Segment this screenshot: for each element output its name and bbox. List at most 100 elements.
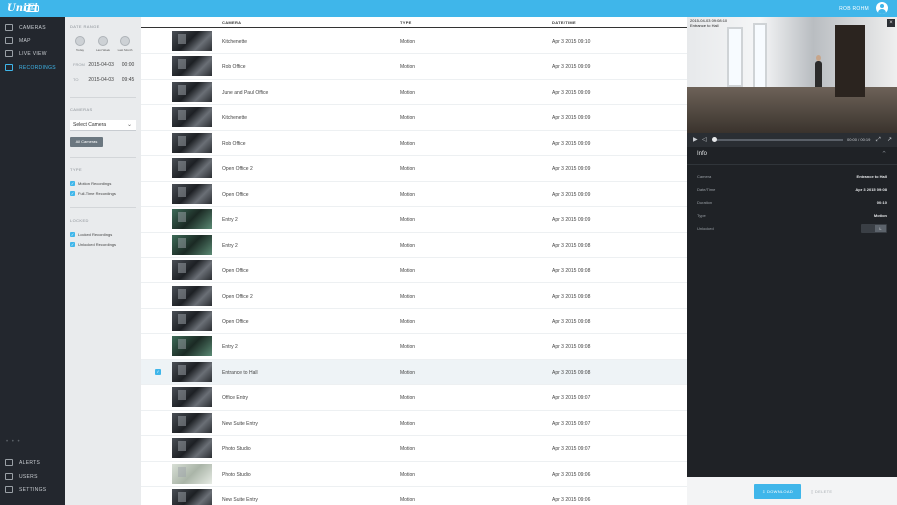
row-datetime: Apr 3 2015 09:06 — [552, 471, 591, 478]
table-row[interactable]: Entry 2 Motion Apr 3 2015 09:08 — [141, 233, 687, 258]
range-today-button[interactable]: Today — [71, 36, 89, 52]
column-type[interactable]: TYPE — [400, 20, 412, 25]
recording-thumbnail[interactable] — [172, 56, 212, 77]
chevron-up-icon[interactable]: ⌃ — [881, 150, 887, 158]
sidebar-item-cameras[interactable]: CAMERAS — [0, 21, 65, 34]
table-row[interactable]: Open Office 2 Motion Apr 3 2015 09:08 — [141, 284, 687, 309]
table-row[interactable]: June and Paul Office Motion Apr 3 2015 09:… — [141, 80, 687, 106]
cameras-heading: CAMERAS — [70, 107, 93, 112]
seek-bar[interactable] — [713, 139, 843, 141]
table-row[interactable]: Entry 2 Motion Apr 3 2015 09:08 — [141, 334, 687, 360]
range-last-month-button[interactable]: Last Month — [116, 36, 134, 52]
recording-thumbnail[interactable] — [172, 285, 212, 306]
video-player[interactable]: 2015-04-03 09:08:10 Entrance to Hall × — [687, 17, 897, 133]
sidebar: CAMERAS MAP LIVE VIEW RECORDINGS • • • A… — [0, 17, 65, 505]
chevron-down-icon: ⌄ — [126, 122, 132, 128]
table-row[interactable]: Open Office Motion Apr 3 2015 09:08 — [141, 309, 687, 335]
recording-thumbnail[interactable] — [172, 310, 212, 331]
recording-thumbnail[interactable] — [172, 463, 212, 484]
recording-thumbnail[interactable] — [172, 412, 212, 433]
table-row[interactable]: Photo Studio Motion Apr 3 2015 09:06 — [141, 462, 687, 488]
camera-select[interactable]: Select Camera ⌄ — [70, 120, 136, 131]
table-row[interactable]: New Suite Entry Motion Apr 3 2015 09:07 — [141, 411, 687, 437]
action-bar: ⇩ DOWNLOAD ▯ DELETE — [687, 477, 897, 505]
table-row[interactable]: Open Office Motion Apr 3 2015 09:08 — [141, 258, 687, 284]
table-row[interactable]: Rob Office Motion Apr 3 2015 09:09 — [141, 131, 687, 157]
lock-toggle[interactable]: L — [861, 224, 887, 233]
column-camera[interactable]: CAMERA — [222, 20, 241, 25]
close-icon[interactable]: × — [887, 19, 895, 27]
play-icon[interactable]: ▶ — [693, 136, 698, 144]
to-time-input[interactable]: 09:45 — [122, 77, 135, 83]
recording-thumbnail[interactable] — [172, 336, 212, 357]
row-camera: Photo Studio — [222, 446, 251, 453]
sidebar-item-map[interactable]: MAP — [0, 34, 65, 47]
divider — [687, 164, 897, 165]
sidebar-item-label: CAMERAS — [19, 24, 46, 31]
recording-thumbnail[interactable] — [172, 234, 212, 255]
sidebar-item-recordings[interactable]: RECORDINGS — [0, 61, 65, 74]
user-name[interactable]: ROB ROHM — [839, 6, 869, 12]
download-button[interactable]: ⇩ DOWNLOAD — [754, 484, 801, 499]
recordings-list: CAMERA TYPE DATE/TIME Kitchenette Motion A… — [141, 17, 687, 505]
table-row[interactable]: Photo Studio Motion Apr 3 2015 09:07 — [141, 436, 687, 462]
recording-thumbnail[interactable] — [172, 81, 212, 102]
column-datetime[interactable]: DATE/TIME — [552, 20, 576, 25]
all-cameras-button[interactable]: All Cameras — [70, 137, 103, 147]
divider — [70, 207, 136, 208]
locked-heading: LOCKED — [70, 218, 89, 223]
recording-thumbnail[interactable] — [172, 387, 212, 408]
recording-thumbnail[interactable] — [172, 31, 212, 51]
recording-thumbnail[interactable] — [172, 260, 212, 281]
full-time-recordings-checkbox[interactable]: ✓ Full-Time Recordings — [70, 191, 116, 196]
recording-thumbnail[interactable] — [172, 107, 212, 128]
row-datetime: Apr 3 2015 09:08 — [552, 293, 591, 300]
divider — [70, 97, 136, 98]
time-readout: 00:00 / 00:19 — [847, 137, 871, 142]
motion-recordings-checkbox[interactable]: ✓ Motion Recordings — [70, 181, 111, 186]
recording-thumbnail[interactable] — [172, 158, 212, 179]
row-datetime: Apr 3 2015 09:07 — [552, 395, 591, 402]
table-row[interactable]: Kitchenette Motion Apr 3 2015 09:10 — [141, 29, 687, 55]
expand-icon[interactable]: ↗ — [887, 136, 892, 144]
row-type: Motion — [400, 395, 416, 402]
table-row[interactable]: Office Entry Motion Apr 3 2015 09:07 — [141, 385, 687, 411]
row-checkbox-checked-icon[interactable]: ✓ — [155, 368, 161, 375]
row-datetime: Apr 3 2015 09:09 — [552, 217, 591, 224]
row-datetime: Apr 3 2015 09:07 — [552, 420, 591, 427]
range-last-week-button[interactable]: Last Week — [94, 36, 112, 52]
from-date-input[interactable]: 2015-04-03 — [88, 62, 120, 68]
seek-handle[interactable] — [712, 137, 717, 142]
recording-thumbnail[interactable] — [172, 183, 212, 204]
locked-recordings-checkbox[interactable]: ✓ Locked Recordings — [70, 232, 112, 237]
recording-thumbnail[interactable] — [172, 438, 212, 459]
recording-thumbnail[interactable] — [172, 361, 212, 382]
table-row[interactable]: Kitchenette Motion Apr 3 2015 09:09 — [141, 105, 687, 131]
sidebar-item-settings[interactable]: SETTINGS — [0, 483, 65, 496]
row-camera: Open Office 2 — [222, 293, 253, 300]
volume-icon[interactable]: ◁ — [702, 136, 707, 144]
lock-icon: L — [875, 225, 886, 232]
recording-thumbnail[interactable] — [172, 132, 212, 153]
date-range-heading: DATE RANGE — [70, 24, 100, 29]
row-camera: New Suite Entry — [222, 497, 258, 504]
unlocked-recordings-checkbox[interactable]: ✓ Unlocked Recordings — [70, 242, 116, 247]
table-row[interactable]: Rob Office Motion Apr 3 2015 09:09 — [141, 54, 687, 80]
table-row[interactable]: New Suite Entry Motion Apr 3 2015 09:06 — [141, 487, 687, 505]
to-date-input[interactable]: 2015-04-03 — [88, 77, 120, 83]
fullscreen-icon[interactable]: ⤢ — [876, 136, 881, 144]
sidebar-item-live-view[interactable]: LIVE VIEW — [0, 47, 65, 60]
recording-thumbnail[interactable] — [172, 209, 212, 230]
video-camera-overlay: Entrance to Hall — [690, 23, 719, 28]
list-header: CAMERA TYPE DATE/TIME — [141, 17, 687, 28]
table-row[interactable]: Open Office Motion Apr 3 2015 09:09 — [141, 182, 687, 208]
table-row[interactable]: Entry 2 Motion Apr 3 2015 09:09 — [141, 207, 687, 233]
sidebar-item-alerts[interactable]: ALERTS — [0, 456, 65, 469]
avatar-icon[interactable] — [876, 2, 888, 14]
sidebar-item-users[interactable]: USERS — [0, 470, 65, 483]
table-row[interactable]: Open Office 2 Motion Apr 3 2015 09:09 — [141, 156, 687, 182]
table-row[interactable]: ✓ Entrance to Hall Motion Apr 3 2015 09:08 — [141, 359, 687, 386]
from-time-input[interactable]: 00:00 — [122, 62, 135, 68]
delete-button[interactable]: ▯ DELETE — [811, 484, 832, 499]
recording-thumbnail[interactable] — [172, 489, 212, 505]
